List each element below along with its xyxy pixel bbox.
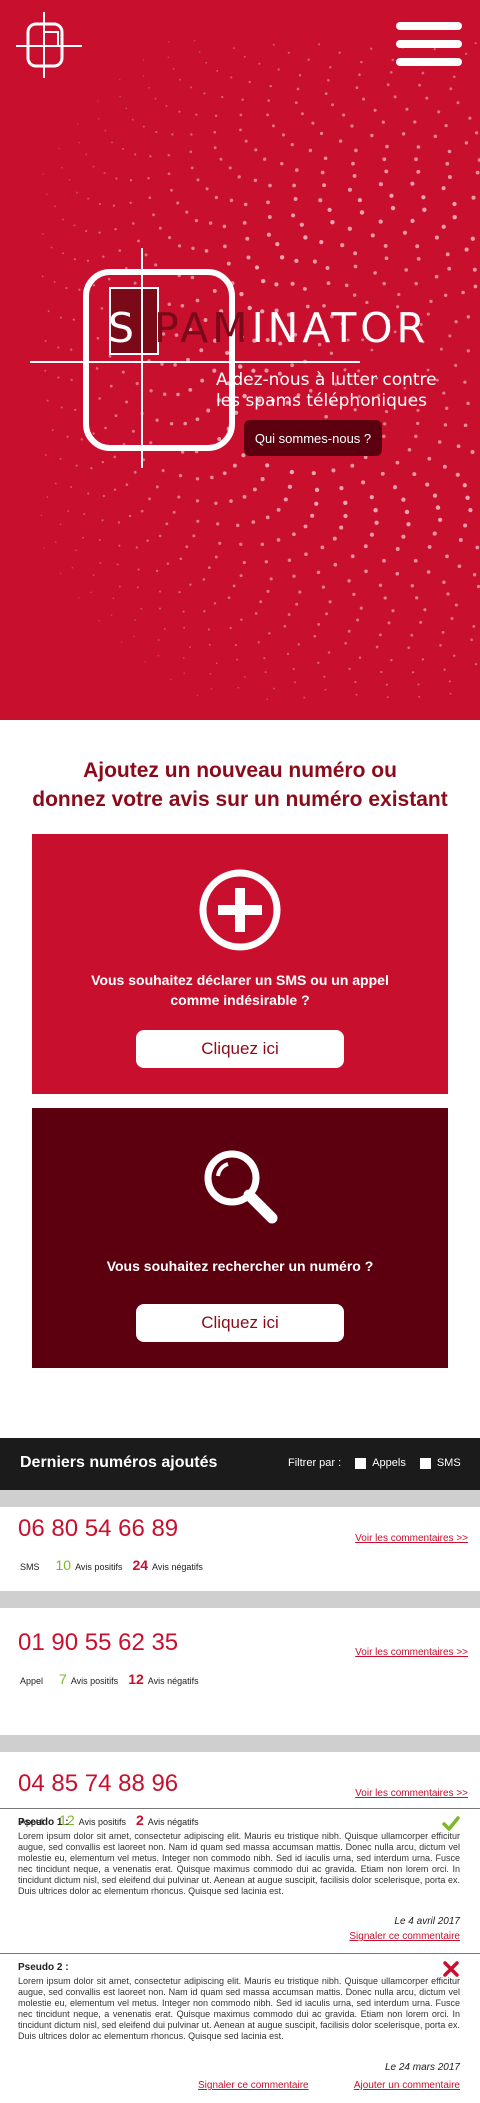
view-comments-link[interactable]: Voir les commentaires >> <box>355 1533 468 1544</box>
positive-label: Avis positifs <box>75 1562 123 1572</box>
comment-date: Le 4 avril 2017 <box>394 1916 460 1927</box>
negative-label: Avis négatifs <box>152 1562 203 1572</box>
filter-calls-label: Appels <box>372 1457 406 1469</box>
magnifier-icon <box>204 1150 278 1224</box>
comment-author: Pseudo 2 : <box>18 1962 69 1973</box>
positive-count: 10 <box>55 1557 72 1573</box>
logo-icon[interactable] <box>14 10 84 80</box>
declare-card: Vous souhaitez déclarer un SMS ou un app… <box>32 834 448 1094</box>
brand-rest: INATOR <box>251 304 429 352</box>
entry-stats: Appel 7 Avis positifs 12 Avis négatifs <box>20 1671 199 1687</box>
comment: Pseudo 2 : Lorem ipsum dolor sit amet, c… <box>0 1953 480 2103</box>
hamburger-menu-icon[interactable] <box>396 22 462 70</box>
entry-stats: SMS 10 Avis positifs 24 Avis négatifs <box>20 1557 203 1573</box>
declare-question-line2: comme indésirable ? <box>170 992 310 1008</box>
filter-bar: Filtrer par : Appels SMS <box>288 1457 461 1469</box>
search-card: Vous souhaitez rechercher un numéro ? Cl… <box>32 1108 448 1368</box>
declare-question: Vous souhaitez déclarer un SMS ou un app… <box>52 970 428 1010</box>
section-title-line2: donnez votre avis sur un numéro existant <box>32 788 448 811</box>
brand-initial: S <box>108 304 139 352</box>
number-entry: 06 80 54 66 89 Voir les commentaires >> … <box>0 1507 480 1591</box>
declare-button[interactable]: Cliquez ici <box>136 1030 344 1068</box>
search-button[interactable]: Cliquez ici <box>136 1304 344 1342</box>
filter-label: Filtrer par : <box>288 1457 342 1469</box>
latest-numbers-title: Derniers numéros ajoutés <box>20 1454 218 1471</box>
view-comments-link[interactable]: Voir les commentaires >> <box>355 1647 468 1658</box>
section-title-line1: Ajoutez un nouveau numéro ou <box>83 759 397 782</box>
search-question: Vous souhaitez rechercher un numéro ? <box>106 1258 374 1274</box>
filter-sms-checkbox[interactable] <box>419 1457 431 1469</box>
divider <box>0 1735 480 1752</box>
divider <box>0 1490 480 1507</box>
negative-label: Avis négatifs <box>147 1676 199 1686</box>
hero-banner: S PAMINATOR Aidez-nous à lutter contre le… <box>0 0 480 720</box>
negative-count: 24 <box>132 1557 149 1573</box>
phone-number: 06 80 54 66 89 <box>18 1515 179 1542</box>
comment-text: Lorem ipsum dolor sit amet, consectetur … <box>18 1831 460 1896</box>
hero-subtitle-line1: Aidez-nous à lutter contre <box>216 370 437 390</box>
latest-numbers-header: Derniers numéros ajoutés Filtrer par : A… <box>0 1438 480 1490</box>
report-comment-link[interactable]: Signaler ce commentaire <box>198 2080 309 2091</box>
brand-mid: PAM <box>154 304 252 352</box>
comment-author: Pseudo 1 : <box>18 1817 69 1828</box>
comment-date: Le 24 mars 2017 <box>384 2062 460 2073</box>
hero-subtitle: Aidez-nous à lutter contre les spams tél… <box>216 370 437 412</box>
hero-subtitle-line2: les spams téléphoniques <box>216 391 427 411</box>
comment: Pseudo 1 : Lorem ipsum dolor sit amet, c… <box>0 1808 480 1954</box>
positive-label: Avis positifs <box>70 1676 119 1686</box>
divider <box>0 1591 480 1608</box>
view-comments-link[interactable]: Voir les commentaires >> <box>355 1788 468 1799</box>
phone-number: 01 90 55 62 35 <box>18 1629 179 1656</box>
report-comment-link[interactable]: Signaler ce commentaire <box>349 1931 460 1942</box>
positive-count: 7 <box>59 1671 67 1687</box>
declare-question-line1: Vous souhaitez déclarer un SMS ou un app… <box>91 972 389 988</box>
about-us-button[interactable]: Qui sommes-nous ? <box>244 420 382 456</box>
plus-circle-icon <box>199 869 281 951</box>
negative-count: 12 <box>128 1671 144 1687</box>
section-title: Ajoutez un nouveau numéro ou donnez votr… <box>0 756 480 814</box>
filter-sms-label: SMS <box>436 1457 461 1469</box>
comment-text: Lorem ipsum dolor sit amet, consectetur … <box>18 1976 460 2041</box>
filter-calls-checkbox[interactable] <box>355 1457 367 1469</box>
brand-name: S PAMINATOR <box>108 308 459 349</box>
phone-number: 04 85 74 88 96 <box>18 1770 179 1797</box>
entry-type: SMS <box>20 1562 40 1572</box>
add-comment-link[interactable]: Ajouter un commentaire <box>354 2080 460 2091</box>
number-entry: 01 90 55 62 35 Voir les commentaires >> … <box>0 1621 480 1705</box>
entry-type: Appel <box>20 1676 44 1686</box>
